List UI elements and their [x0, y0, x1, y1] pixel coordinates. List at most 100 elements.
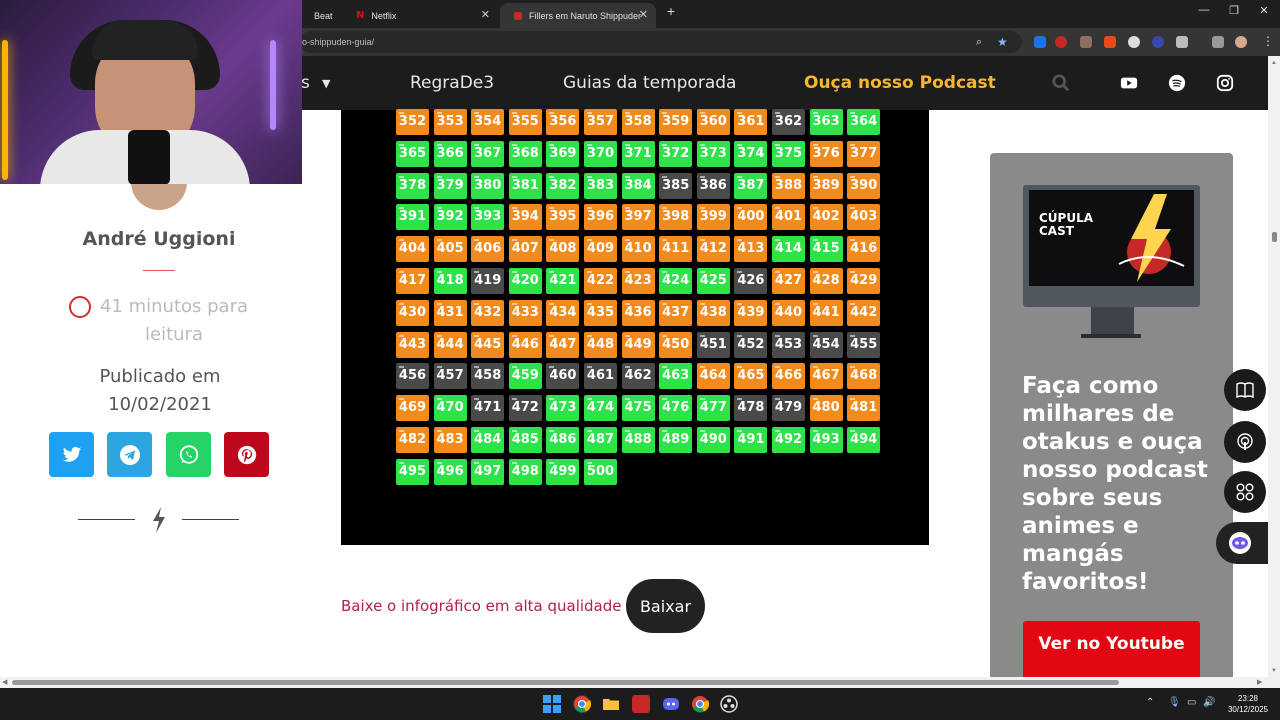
episode-cell: 494 — [847, 427, 881, 453]
webcam-overlay — [0, 0, 302, 184]
podcast-button[interactable] — [1224, 421, 1266, 463]
network-icon[interactable]: ▭ — [1187, 697, 1196, 708]
episode-cell: 444 — [433, 331, 467, 358]
microphone-icon[interactable]: 🎙 — [1168, 697, 1181, 708]
episode-cell: 486 — [546, 427, 580, 453]
twitter-icon — [62, 446, 81, 462]
profile-avatar-icon[interactable] — [1235, 36, 1247, 48]
chatbot-button[interactable] — [1216, 522, 1274, 564]
apps-button[interactable] — [1224, 471, 1266, 513]
share-pinterest-button[interactable] — [224, 432, 269, 477]
share-whatsapp-button[interactable] — [166, 432, 211, 477]
episode-cell: 414 — [772, 236, 805, 263]
scroll-down-icon[interactable]: ▼ — [1271, 668, 1277, 674]
episode-cell: 369 — [546, 140, 580, 167]
chevron-down-icon[interactable]: ▼ — [322, 77, 330, 90]
volume-icon[interactable]: 🔊 — [1203, 697, 1215, 708]
close-icon[interactable]: ✕ — [639, 8, 648, 21]
episode-cell: 406 — [471, 236, 505, 263]
system-clock[interactable]: 23:28 30/12/2025 — [1222, 693, 1274, 715]
close-icon[interactable]: ✕ — [481, 8, 490, 21]
tab-netflix[interactable]: N Netflix ✕ — [342, 3, 498, 28]
chrome-icon[interactable] — [573, 695, 592, 713]
nav-item-guias[interactable]: Guias da temporada — [563, 73, 736, 93]
tab-label: Fillers em Naruto Shippuden: se — [529, 10, 641, 21]
episode-cell: 404 — [396, 236, 429, 263]
reading-list-icon[interactable] — [1212, 36, 1224, 48]
extension-icon[interactable] — [1128, 36, 1140, 48]
episode-cell: 374 — [734, 140, 768, 167]
read-time: 41 minutos para leitura — [60, 293, 260, 349]
episode-cell: 496 — [433, 458, 467, 485]
vertical-scrollbar[interactable] — [1268, 56, 1280, 680]
episode-cell: 450 — [659, 331, 693, 358]
episode-cell: 446 — [508, 331, 542, 358]
episode-cell: 358 — [621, 109, 655, 135]
episode-cell: 366 — [433, 140, 467, 167]
search-icon[interactable] — [1052, 74, 1070, 92]
episode-cell: 376 — [809, 140, 843, 167]
extension-icon[interactable] — [1034, 36, 1046, 48]
episode-cell: 442 — [847, 299, 881, 326]
horizontal-scrollbar-thumb[interactable] — [12, 680, 1119, 685]
episode-cell: 463 — [659, 363, 693, 390]
voicemeeter-icon[interactable] — [632, 695, 650, 713]
tab-beat[interactable]: Beat — [300, 3, 342, 28]
nav-item-podcast[interactable]: Ouça nosso Podcast — [804, 73, 996, 93]
episode-cell: 475 — [621, 395, 655, 422]
episode-cell: 472 — [508, 395, 542, 422]
episode-cell: 466 — [772, 363, 805, 390]
episode-cell: 499 — [546, 458, 580, 485]
restore-icon[interactable]: ❐ — [1219, 4, 1249, 17]
address-bar[interactable]: o-shippuden-guia/ ⌕ ★ — [300, 31, 1022, 53]
episode-cell: 458 — [471, 363, 505, 390]
scroll-right-icon[interactable]: ▶ — [1257, 678, 1262, 686]
nav-item-partial[interactable]: s — [301, 73, 310, 93]
new-tab-button[interactable]: + — [656, 3, 686, 19]
spotify-icon[interactable] — [1168, 74, 1186, 92]
scroll-up-icon[interactable]: ▲ — [1271, 60, 1277, 66]
tray-chevron-icon[interactable]: ⌃ — [1146, 697, 1154, 708]
episode-cell: 452 — [734, 331, 768, 358]
extension-icon[interactable] — [1080, 36, 1092, 48]
nav-item-regrade3[interactable]: RegraDe3 — [410, 73, 494, 93]
episode-cell: 394 — [508, 204, 542, 231]
windows-start-icon[interactable] — [543, 695, 561, 713]
obs-icon[interactable] — [720, 695, 738, 713]
episode-cell: 362 — [772, 109, 805, 135]
episode-cell: 355 — [508, 109, 542, 135]
episode-cell: 433 — [508, 299, 542, 326]
share-telegram-button[interactable] — [107, 432, 152, 477]
episode-cell: 441 — [809, 299, 843, 326]
extensions-puzzle-icon[interactable] — [1176, 36, 1188, 48]
download-button[interactable]: Baixar — [626, 579, 705, 633]
telegram-icon — [119, 444, 140, 465]
discord-icon[interactable] — [662, 695, 680, 713]
reader-mode-button[interactable] — [1224, 369, 1266, 411]
zoom-icon[interactable]: ⌕ — [976, 31, 982, 53]
youtube-icon[interactable] — [1120, 74, 1138, 92]
vertical-scrollbar-thumb[interactable] — [1272, 232, 1277, 242]
episode-cell: 421 — [546, 268, 580, 294]
share-twitter-button[interactable] — [49, 432, 94, 477]
bookmark-star-icon[interactable]: ★ — [997, 31, 1008, 53]
file-explorer-icon[interactable] — [602, 695, 620, 713]
tab-fillers[interactable]: Fillers em Naruto Shippuden: se ✕ — [500, 3, 656, 28]
menu-kebab-icon[interactable]: ⋮ — [1262, 34, 1274, 48]
episode-cell: 445 — [471, 331, 505, 358]
episode-cell: 427 — [772, 268, 805, 294]
scroll-left-icon[interactable]: ◀ — [2, 678, 7, 686]
grid-icon — [1236, 483, 1254, 501]
chrome-profile-icon[interactable] — [691, 695, 710, 713]
extension-icon[interactable] — [1152, 36, 1164, 48]
minimize-icon[interactable]: — — [1189, 4, 1219, 16]
tab-label: Netflix — [371, 10, 397, 21]
episode-cell: 453 — [772, 331, 805, 358]
extension-icon[interactable] — [1055, 36, 1067, 48]
instagram-icon[interactable] — [1216, 74, 1234, 92]
window-close-icon[interactable]: ✕ — [1249, 4, 1279, 17]
extension-icon[interactable] — [1104, 36, 1116, 48]
youtube-cta-button[interactable]: Ver no Youtube — [1023, 621, 1200, 683]
chatbot-icon — [1229, 532, 1251, 554]
episode-cell: 428 — [809, 268, 843, 294]
